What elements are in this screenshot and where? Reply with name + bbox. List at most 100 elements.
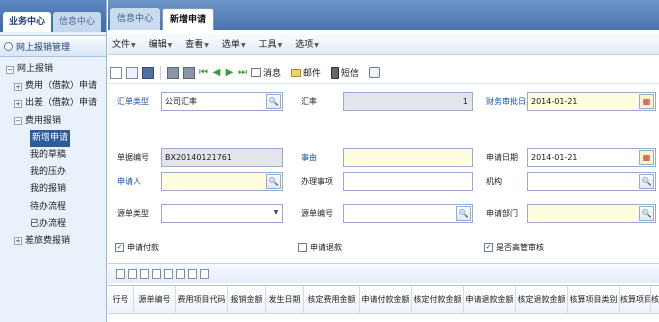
tree-item-online-reimburse[interactable]: − 网上报销 [0,61,106,78]
col-header[interactable]: 核 [651,286,659,313]
col-header[interactable]: 核定费用金额 [304,286,360,313]
source-type-select[interactable]: ▼ [161,204,283,223]
col-header[interactable]: 报销金额 [228,286,266,313]
rate-label: 汇率 [301,97,317,106]
tree-item-todo-flow[interactable]: 待办流程 [0,199,106,216]
bill-no-field: BX20140121761 [161,148,283,167]
col-header[interactable]: 行号 [108,286,134,313]
search-icon[interactable]: 🔍 [639,174,654,189]
collapse-icon[interactable]: − [6,65,14,74]
col-header[interactable]: 源单编号 [134,286,176,313]
handle-item-label: 办理事项 [301,177,333,186]
tab-new-apply[interactable]: 新增申请 [162,8,215,30]
tree-item-my-pressing[interactable]: 我的压办 [0,164,106,181]
reason-field[interactable] [343,148,473,167]
chevron-down-icon: ▼ [167,42,173,49]
edit-row-icon[interactable] [116,268,125,279]
menu-file[interactable]: 文件▼ [112,37,136,50]
source-no-field[interactable]: 🔍 [343,204,473,223]
copy-icon[interactable] [126,66,138,79]
apply-refund-checkbox[interactable]: 申请退款 [298,242,342,253]
pay-date-value: 2014-01-21 [531,97,578,106]
col-header[interactable]: 核算项目类别 [568,286,620,313]
message-button[interactable]: 消息 [251,66,281,79]
col-header[interactable]: 申请退款金额 [464,286,516,313]
doc-type-field[interactable]: 公司汇率 🔍 [161,92,283,111]
handle-item-field[interactable] [343,172,473,191]
checkbox-checked-icon[interactable]: ✓ [115,243,124,252]
rate-field: 1 [343,92,473,111]
search-icon[interactable]: 🔍 [266,174,281,189]
insert-row-icon[interactable] [152,268,161,279]
calendar-icon[interactable]: ▦ [639,150,654,165]
col-header[interactable]: 发生日期 [266,286,304,313]
search-icon[interactable]: 🔍 [639,206,654,221]
list-icon[interactable] [176,268,185,279]
menu-select[interactable]: 选单▼ [222,37,246,50]
pay-date-field[interactable]: 2014-01-21 ▦ [527,92,656,111]
checkbox-unchecked-icon[interactable] [298,243,307,252]
menu-options[interactable]: 选项▼ [295,37,319,50]
tree-item-my-reimburse[interactable]: 我的报销 [0,181,106,198]
menu-view[interactable]: 查看▼ [185,37,209,50]
sidebar-section-header[interactable]: 网上报销管理 [0,35,106,57]
tree-item-travel-apply[interactable]: + 出差（借款）申请 [0,95,106,112]
menu-tools[interactable]: 工具▼ [259,37,283,50]
checkbox-checked-icon[interactable]: ✓ [484,243,493,252]
checkbox-label: 是否高管审核 [496,243,544,252]
calendar-icon[interactable]: ▦ [639,94,654,109]
tree-item-new-apply[interactable]: 新增申请 [0,129,106,147]
sidebar-tab-info[interactable]: 信息中心 [53,12,102,32]
next-record-icon[interactable]: ▶ [225,67,234,79]
col-header[interactable]: 申请付款金额 [360,286,412,313]
mail-button[interactable]: 邮件 [291,66,321,79]
apply-pay-checkbox[interactable]: ✓ 申请付款 [115,242,159,253]
expand-icon[interactable]: + [14,82,22,91]
sidebar-section-title: 网上报销管理 [16,42,71,53]
first-record-icon[interactable]: ⏮ [199,67,208,79]
delete-row-icon[interactable] [140,268,149,279]
tree-item-label: 网上报销 [17,64,54,74]
attach-icon[interactable] [188,268,197,279]
chevron-down-icon[interactable]: ▼ [271,206,281,221]
expand-icon[interactable]: + [14,99,22,108]
apply-date-label: 申请日期 [486,153,518,162]
sms-button[interactable]: 短信 [331,66,359,79]
add-row-icon[interactable] [128,268,137,279]
toolbar: ⏮ ◀ ▶ ⏭ 消息 邮件 短信 [108,62,659,84]
search-icon[interactable]: 🔍 [266,94,281,109]
sidebar-tab-business[interactable]: 业务中心 [3,12,52,32]
col-header[interactable]: 核算项目 [620,286,651,313]
help-icon[interactable] [369,67,381,78]
last-record-icon[interactable]: ⏭ [238,67,247,79]
menu-edit[interactable]: 编辑▼ [149,37,173,50]
new-doc-icon[interactable] [110,66,122,79]
print-icon[interactable] [167,66,179,79]
prev-record-icon[interactable]: ◀ [212,67,221,79]
applicant-field[interactable]: 🔍 [161,172,283,191]
apply-dept-field[interactable]: 🔍 [527,204,656,223]
exec-review-checkbox[interactable]: ✓ 是否高管审核 [484,242,544,253]
tree-item-travel-reimburse[interactable]: + 差旅费报销 [0,233,106,250]
refresh-icon[interactable] [200,268,209,279]
col-header[interactable]: 核定付款金额 [412,286,464,313]
expand-icon[interactable]: + [14,237,22,246]
col-header[interactable]: 费用项目代码 [176,286,228,313]
main-panel: 信息中心 新增申请 文件▼ 编辑▼ 查看▼ 选单▼ 工具▼ 选项▼ ⏮ ◀ ▶ … [108,0,659,322]
search-icon[interactable]: 🔍 [456,206,471,221]
tree-item-my-drafts[interactable]: 我的草稿 [0,147,106,164]
tree-item-expense-reimburse[interactable]: − 费用报销 [0,113,106,130]
copy-row-icon[interactable] [164,268,173,279]
tree-item-expense-apply[interactable]: + 费用（借款）申请 [0,78,106,95]
tab-info-center[interactable]: 信息中心 [110,8,161,30]
col-header[interactable]: 核定退款金额 [516,286,568,313]
chevron-down-icon: ▼ [314,42,319,49]
preview-icon[interactable] [183,66,195,79]
apply-date-field[interactable]: 2014-01-21 ▦ [527,148,656,167]
org-field[interactable]: 🔍 [527,172,656,191]
collapse-icon[interactable]: − [14,117,22,126]
mail-label: 邮件 [303,69,322,79]
grid-toolbar [108,263,659,283]
tree-item-done-flow[interactable]: 已办流程 [0,216,106,233]
save-icon[interactable] [142,66,154,79]
